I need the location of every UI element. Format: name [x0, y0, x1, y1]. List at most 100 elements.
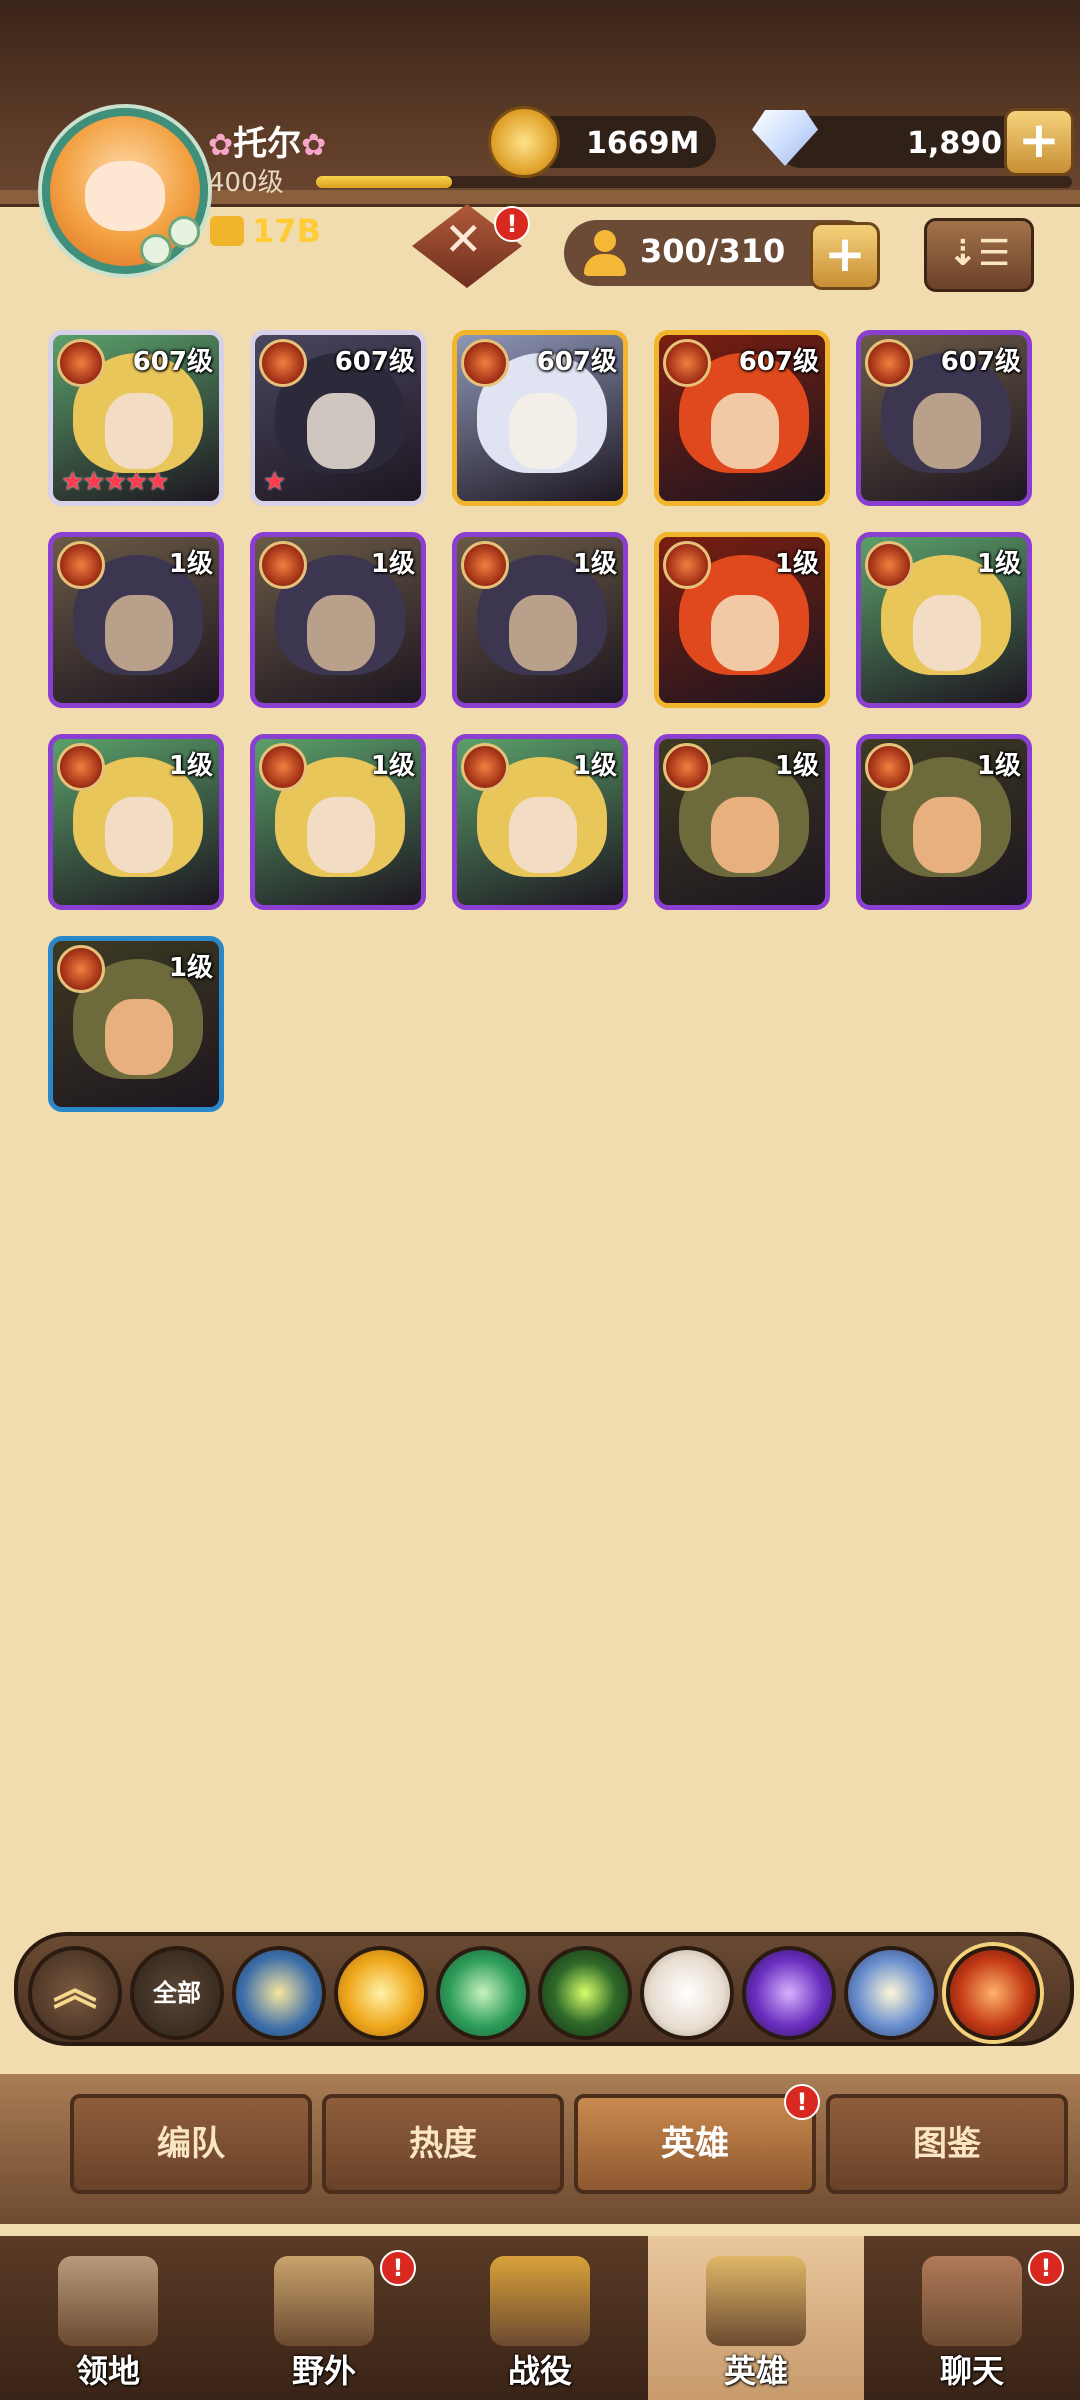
faction-fire-icon — [57, 743, 105, 791]
filter-void-icon[interactable] — [742, 1946, 836, 2040]
collapse-filter-button[interactable]: ︽ — [28, 1946, 122, 2040]
filter-sun-icon[interactable] — [334, 1946, 428, 2040]
hero-face — [913, 797, 981, 873]
hero-face — [711, 595, 779, 671]
filter-fire-icon[interactable] — [946, 1946, 1040, 2040]
sub-tab-bar: 编队 热度 英雄! 图鉴 — [0, 2074, 1080, 2224]
hero-level: 607级 — [334, 347, 415, 377]
hero-card[interactable]: 1级 — [48, 936, 224, 1112]
player-level: 400级 — [208, 168, 284, 198]
diamond-display: 1,890 — [776, 116, 1030, 168]
hero-card[interactable]: 1级 — [856, 734, 1032, 910]
nav-label: 聊天 — [939, 2352, 1004, 2390]
hero-level: 1级 — [774, 549, 819, 579]
filter-star-icon[interactable] — [640, 1946, 734, 2040]
scroll-map-icon — [274, 2256, 374, 2346]
hero-face — [509, 393, 577, 469]
player-avatar[interactable] — [42, 108, 208, 274]
blossom-icon: ✿ — [208, 128, 234, 163]
blossom-icon: ✿ — [301, 128, 327, 163]
filter-all-icon[interactable]: 全部 — [130, 1946, 224, 2040]
nav-alert-badge: ! — [380, 2250, 416, 2286]
faction-fire-icon — [865, 339, 913, 387]
faction-fire-icon — [259, 743, 307, 791]
hero-face — [105, 393, 173, 469]
hero-card[interactable]: 1级 — [48, 532, 224, 708]
hero-face — [509, 595, 577, 671]
avatar-flower-icon — [140, 234, 172, 266]
power-readout: 17B — [210, 212, 321, 250]
nav-helmet[interactable]: 英雄 — [648, 2236, 864, 2400]
hero-face — [307, 393, 375, 469]
hero-card[interactable]: 1级 — [856, 532, 1032, 708]
hero-card[interactable]: 1级 — [250, 734, 426, 910]
hero-card[interactable]: 1级 — [48, 734, 224, 910]
nav-castle[interactable]: 领地 — [0, 2236, 216, 2400]
helmet-icon — [706, 2256, 806, 2346]
hero-level: 1级 — [370, 549, 415, 579]
person-icon — [582, 230, 626, 276]
hero-card[interactable]: 607级 — [654, 330, 830, 506]
bottom-nav: 领地 野外! 战役 英雄 聊天! — [0, 2236, 1080, 2400]
faction-fire-icon — [259, 541, 307, 589]
faction-fire-icon — [663, 339, 711, 387]
hero-card[interactable]: 607级 — [452, 330, 628, 506]
gold-value: 1669M — [586, 126, 700, 161]
hero-card[interactable]: 1级 — [654, 734, 830, 910]
hero-card[interactable]: 1级 — [654, 532, 830, 708]
hero-face — [711, 797, 779, 873]
hero-card[interactable]: 1级 — [452, 532, 628, 708]
subtab-3[interactable]: 图鉴 — [826, 2094, 1068, 2194]
hero-level: 1级 — [370, 751, 415, 781]
nav-alert-badge: ! — [1028, 2250, 1064, 2286]
gold-coin-icon — [488, 106, 560, 178]
nav-label: 领地 — [75, 2352, 140, 2390]
hero-face — [307, 797, 375, 873]
fist-icon — [210, 216, 244, 246]
subtab-0[interactable]: 编队 — [70, 2094, 312, 2194]
crossed-swords-icon: ✕ — [444, 212, 483, 266]
hero-level: 1级 — [572, 751, 617, 781]
add-diamonds-button[interactable]: + — [1004, 108, 1074, 176]
nav-chat-hood[interactable]: 聊天! — [864, 2236, 1080, 2400]
xp-bar — [316, 176, 1072, 188]
hero-card[interactable]: 1级 — [452, 734, 628, 910]
faction-fire-icon — [57, 945, 105, 993]
castle-icon — [58, 2256, 158, 2346]
hero-capacity-value: 300/310 — [640, 232, 786, 270]
hero-level: 1级 — [976, 751, 1021, 781]
hero-level: 1级 — [976, 549, 1021, 579]
filter-moon-icon[interactable] — [844, 1946, 938, 2040]
avatar-face — [85, 161, 165, 231]
chat-hood-icon — [922, 2256, 1022, 2346]
hero-level: 1级 — [168, 549, 213, 579]
hero-card[interactable]: 1级 — [250, 532, 426, 708]
faction-fire-icon — [57, 541, 105, 589]
subtab-2[interactable]: 英雄 — [574, 2094, 816, 2194]
hero-card[interactable]: 607级 ★★★★★ — [48, 330, 224, 506]
filter-light-icon[interactable] — [232, 1946, 326, 2040]
hero-card[interactable]: 607级 — [856, 330, 1032, 506]
hero-level: 607级 — [738, 347, 819, 377]
nav-battle-emblem[interactable]: 战役 — [432, 2236, 648, 2400]
hero-face — [105, 999, 173, 1075]
nav-label: 野外 — [291, 2352, 356, 2390]
faction-fire-icon — [57, 339, 105, 387]
hero-card[interactable]: 607级 ★ — [250, 330, 426, 506]
nav-label: 英雄 — [723, 2352, 788, 2390]
faction-fire-icon — [663, 541, 711, 589]
filter-eye-icon[interactable] — [538, 1946, 632, 2040]
faction-fire-icon — [461, 743, 509, 791]
hero-face — [509, 797, 577, 873]
filter-nature-icon[interactable] — [436, 1946, 530, 2040]
sort-button[interactable]: ⇣☰ — [924, 218, 1034, 292]
hero-face — [913, 393, 981, 469]
avatar-flower-icon — [168, 216, 200, 248]
emblem-alert-badge: ! — [494, 206, 530, 242]
expand-capacity-button[interactable]: + — [810, 222, 880, 290]
nav-scroll-map[interactable]: 野外! — [216, 2236, 432, 2400]
faction-fire-icon — [663, 743, 711, 791]
subtab-1[interactable]: 热度 — [322, 2094, 564, 2194]
faction-fire-icon — [259, 339, 307, 387]
hero-level: 1级 — [168, 953, 213, 983]
